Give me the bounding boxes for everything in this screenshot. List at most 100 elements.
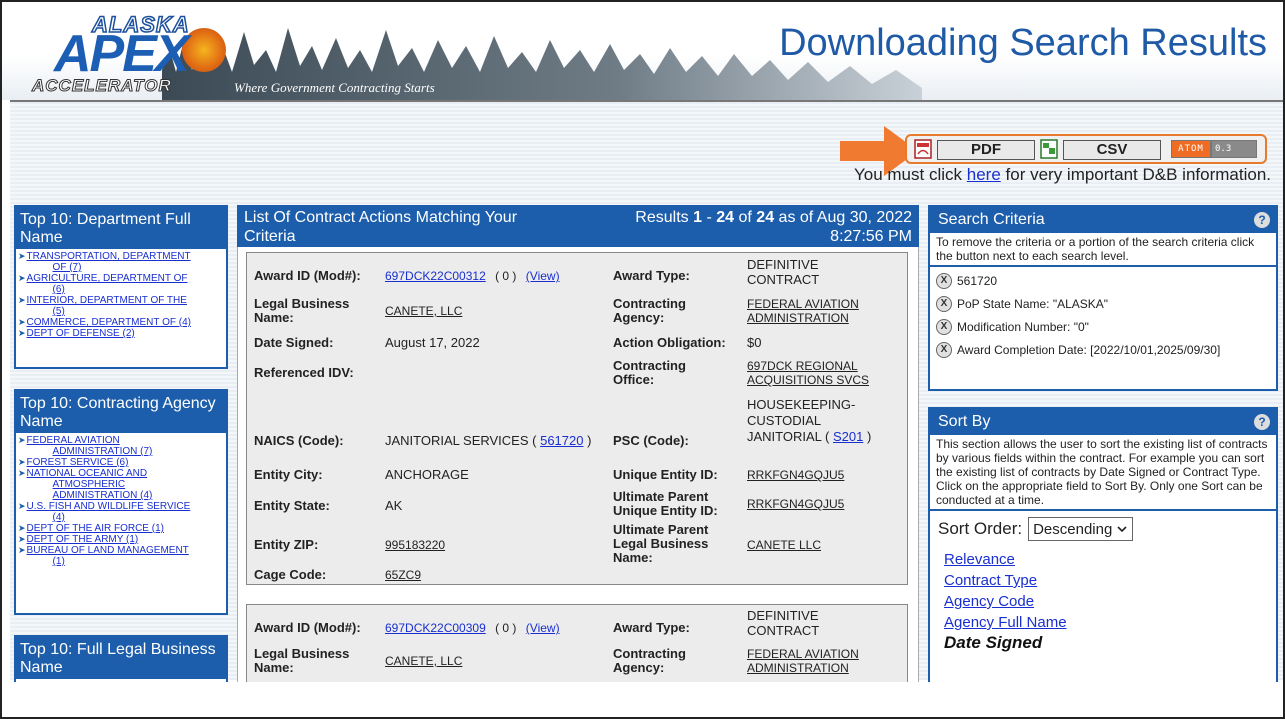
help-icon[interactable]: ? bbox=[1254, 414, 1270, 430]
sort-option-link[interactable]: Relevance bbox=[930, 549, 1276, 570]
department-link[interactable]: AGRICULTURE, DEPARTMENT OF (6) bbox=[27, 273, 188, 295]
agency-link[interactable]: DEPT OF THE ARMY (1) bbox=[27, 534, 139, 545]
sort-by-panel: Sort By ? This section allows the user t… bbox=[928, 407, 1278, 683]
agency-link[interactable]: FOREST SERVICE (6) bbox=[27, 457, 129, 468]
legal-name-link[interactable]: CANETE, LLC bbox=[385, 654, 462, 668]
alaska-apex-logo: ALASKA APEX ACCELERATOR bbox=[12, 10, 226, 98]
department-link[interactable]: COMMERCE, DEPARTMENT OF (4) bbox=[27, 317, 191, 328]
cage-code-label: Cage Code: bbox=[254, 567, 327, 582]
naics-label: NAICS (Code): bbox=[254, 433, 344, 448]
ultimate-name-link[interactable]: CANETE LLC bbox=[747, 538, 821, 552]
entity-state-value: AK bbox=[385, 498, 403, 513]
psc-label: PSC (Code): bbox=[613, 433, 689, 448]
search-criteria-header: Search Criteria ? bbox=[930, 207, 1276, 233]
psc-value-2: CUSTODIAL bbox=[747, 413, 822, 428]
agency-name: FEDERAL AVIATION bbox=[26, 435, 120, 446]
export-toolbar: PDF CSV ATOM 0.3 bbox=[905, 134, 1267, 164]
ultimate-uei-label: Unique Entity ID: bbox=[613, 503, 718, 518]
office-link-2[interactable]: ACQUISITIONS SVCS bbox=[747, 373, 869, 387]
bullet-arrow-icon: ➤ bbox=[18, 468, 26, 478]
cage-code-link[interactable]: 65ZC9 bbox=[385, 568, 421, 582]
sort-option-link[interactable]: Agency Code bbox=[930, 591, 1276, 612]
agency-label: Agency: bbox=[613, 310, 665, 325]
remove-criteria-icon[interactable]: X bbox=[936, 272, 952, 289]
view-link[interactable]: (View) bbox=[526, 621, 560, 635]
agency-item: ➤ NATIONAL OCEANIC AND ATMOSPHERIC ADMINIST… bbox=[18, 468, 224, 501]
uei-link[interactable]: RRKFGN4GQJU5 bbox=[747, 468, 844, 482]
action-obligation-value: $0 bbox=[747, 335, 762, 350]
excel-file-icon bbox=[1040, 139, 1058, 159]
agency-link[interactable]: U.S. FISH AND WILDLIFE SERVICE (4) bbox=[27, 501, 191, 523]
csv-download-button[interactable]: CSV bbox=[1063, 140, 1161, 160]
legal-name-label: Name: bbox=[254, 310, 294, 325]
criteria-list: X 561720 X PoP State Name: "ALASKA" X Modific… bbox=[930, 267, 1276, 361]
bullet-arrow-icon: ➤ bbox=[18, 534, 26, 544]
atom-version: 0.3 bbox=[1212, 141, 1256, 157]
office-link-1[interactable]: 697DCK REGIONAL bbox=[747, 359, 858, 373]
criteria-item: X Modification Number: "0" bbox=[930, 315, 1276, 338]
department-link[interactable]: DEPT OF DEFENSE (2) bbox=[27, 328, 135, 339]
sort-option-link[interactable]: Contract Type bbox=[930, 570, 1276, 591]
sort-order-select[interactable]: Descending bbox=[1028, 517, 1134, 541]
department-link[interactable]: INTERIOR, DEPARTMENT OF THE (5) bbox=[27, 295, 187, 317]
bullet-arrow-icon: ➤ bbox=[18, 251, 26, 261]
agency-item: ➤ FEDERAL AVIATION ADMINISTRATION (7) bbox=[18, 435, 224, 457]
legal-name-link[interactable]: CANETE, LLC bbox=[385, 304, 462, 318]
agency-link[interactable]: FEDERAL AVIATION ADMINISTRATION (7) bbox=[27, 435, 153, 457]
dnb-notice: You must click here for very important D… bbox=[854, 165, 1271, 185]
view-link[interactable]: (View) bbox=[526, 269, 560, 283]
agency-name: DEPT OF THE AIR FORCE (1) bbox=[26, 523, 164, 534]
remove-criteria-icon[interactable]: X bbox=[936, 318, 952, 335]
department-link[interactable]: TRANSPORTATION, DEPARTMENT OF (7) bbox=[27, 251, 191, 273]
pdf-file-icon bbox=[914, 139, 932, 159]
contract-record: Award ID (Mod#): 697DCK22C00312 ( 0 ) (V… bbox=[246, 252, 908, 585]
agency-link-1[interactable]: FEDERAL AVIATION bbox=[747, 647, 859, 661]
department-name: DEPT OF DEFENSE (2) bbox=[26, 328, 135, 339]
award-type-value-2: CONTRACT bbox=[747, 272, 820, 287]
award-id-link[interactable]: 697DCK22C00312 bbox=[385, 269, 486, 283]
contract-record: Award ID (Mod#): 697DCK22C00309 ( 0 ) (V… bbox=[246, 604, 908, 683]
naics-code-link[interactable]: 561720 bbox=[540, 433, 583, 448]
department-count: (6) bbox=[52, 284, 65, 295]
results-total: 24 bbox=[756, 209, 775, 226]
sort-option-active[interactable]: Date Signed bbox=[930, 633, 1276, 653]
entity-zip-link[interactable]: 995183220 bbox=[385, 538, 445, 552]
agency-link[interactable]: BUREAU OF LAND MANAGEMENT (1) bbox=[27, 545, 189, 567]
agency-link[interactable]: NATIONAL OCEANIC AND ATMOSPHERIC ADMINISTR… bbox=[27, 468, 153, 501]
department-name: INTERIOR, DEPARTMENT OF THE bbox=[26, 295, 187, 306]
remove-criteria-icon[interactable]: X bbox=[936, 341, 952, 358]
search-criteria-title: Search Criteria bbox=[938, 211, 1045, 228]
of-label: of bbox=[738, 209, 752, 226]
tagline: Where Government Contracting Starts bbox=[234, 80, 435, 95]
pdf-download-button[interactable]: PDF bbox=[937, 140, 1035, 160]
agency-item: ➤ DEPT OF THE ARMY (1) bbox=[18, 534, 224, 545]
atom-label: ATOM bbox=[1172, 141, 1210, 157]
uei-label: Unique Entity ID: bbox=[613, 467, 718, 482]
office-label: Office: bbox=[613, 372, 655, 387]
bullet-arrow-icon: ➤ bbox=[18, 435, 26, 445]
award-type-value-2: CONTRACT bbox=[747, 623, 820, 638]
agency-link-2[interactable]: ADMINISTRATION bbox=[747, 311, 849, 325]
agency-name: BUREAU OF LAND MANAGEMENT bbox=[26, 545, 189, 556]
remove-criteria-icon[interactable]: X bbox=[936, 295, 952, 312]
agency-link-1[interactable]: FEDERAL AVIATION bbox=[747, 297, 859, 311]
agency-link-2[interactable]: ADMINISTRATION bbox=[747, 661, 849, 675]
agency-name-cont: ADMINISTRATION (7) bbox=[52, 446, 153, 457]
agency-name: DEPT OF THE ARMY (1) bbox=[26, 534, 139, 545]
chevron-down-icon bbox=[1117, 526, 1127, 533]
agency-link[interactable]: DEPT OF THE AIR FORCE (1) bbox=[27, 523, 164, 534]
atom-feed-button[interactable]: ATOM 0.3 bbox=[1171, 140, 1257, 158]
contracting-office-label: Contracting bbox=[613, 358, 686, 373]
department-item: ➤ INTERIOR, DEPARTMENT OF THE (5) bbox=[18, 295, 224, 317]
results-panel: Award ID (Mod#): 697DCK22C00312 ( 0 ) (V… bbox=[237, 247, 919, 683]
ultimate-uei-link[interactable]: RRKFGN4GQJU5 bbox=[747, 497, 844, 511]
help-icon[interactable]: ? bbox=[1254, 212, 1270, 228]
entity-city-label: Entity City: bbox=[254, 467, 323, 482]
sort-option-link[interactable]: Agency Full Name bbox=[930, 612, 1276, 633]
award-id-link[interactable]: 697DCK22C00309 bbox=[385, 621, 486, 635]
dnb-here-link[interactable]: here bbox=[967, 165, 1001, 184]
department-item: ➤ TRANSPORTATION, DEPARTMENT OF (7) bbox=[18, 251, 224, 273]
criteria-text: PoP State Name: "ALASKA" bbox=[957, 296, 1109, 311]
sort-options-list: Relevance Contract Type Agency Code Agency … bbox=[930, 541, 1276, 653]
psc-code-link[interactable]: S201 bbox=[833, 429, 863, 444]
